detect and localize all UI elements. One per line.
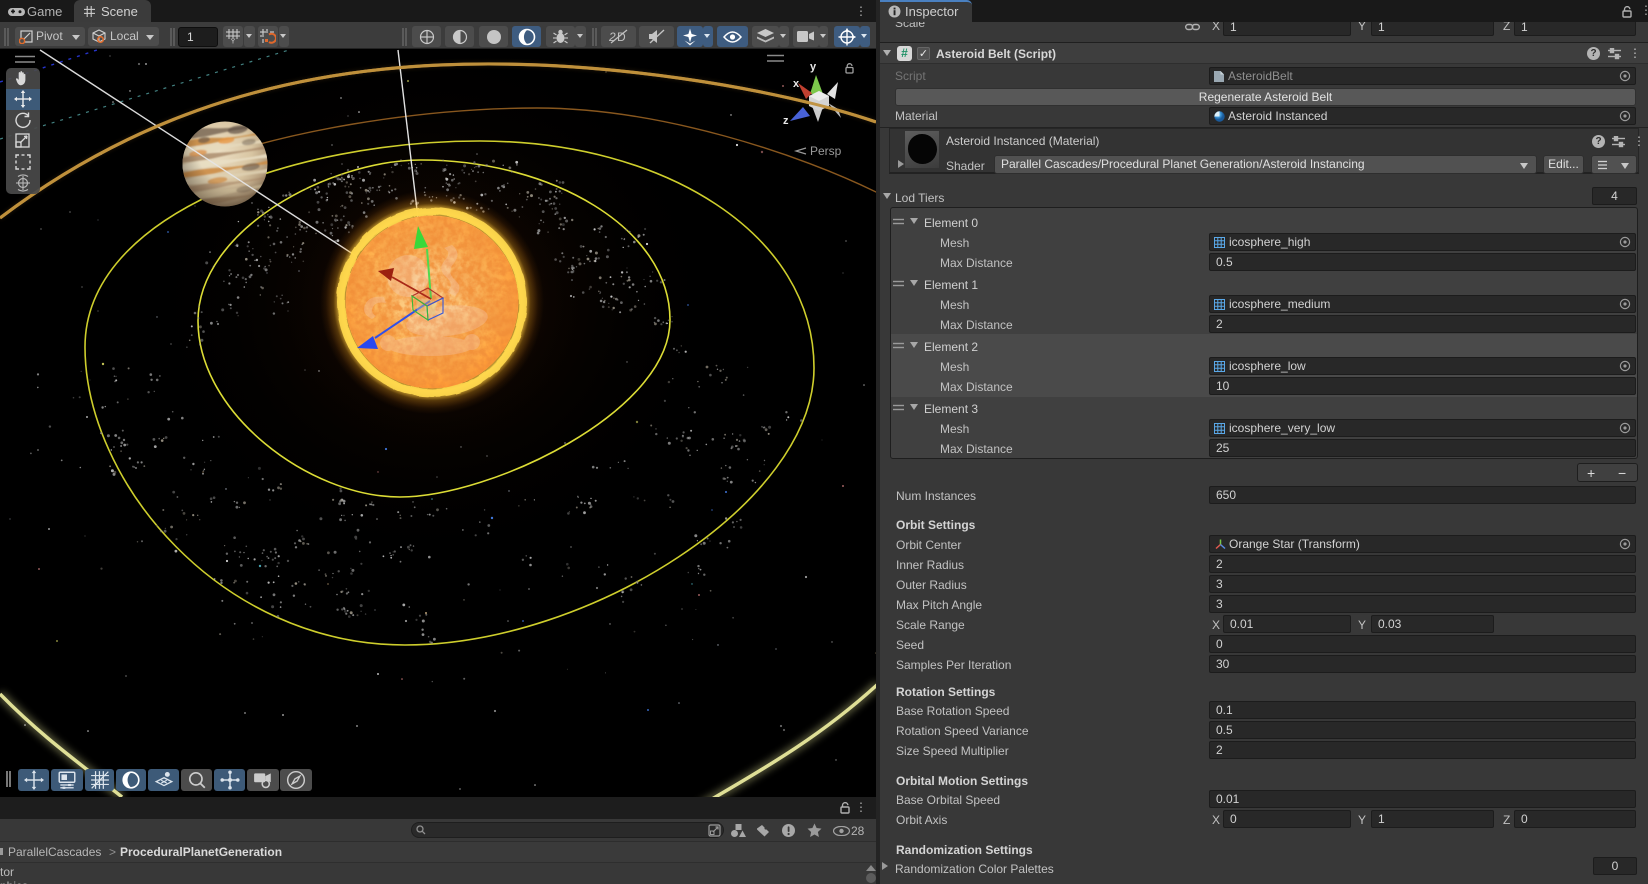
svg-text:Y: Y (230, 37, 235, 45)
svg-text:y: y (810, 61, 817, 73)
svg-text:z: z (783, 115, 789, 127)
svg-text:Persp: Persp (810, 144, 842, 158)
svg-text:x: x (793, 78, 800, 90)
